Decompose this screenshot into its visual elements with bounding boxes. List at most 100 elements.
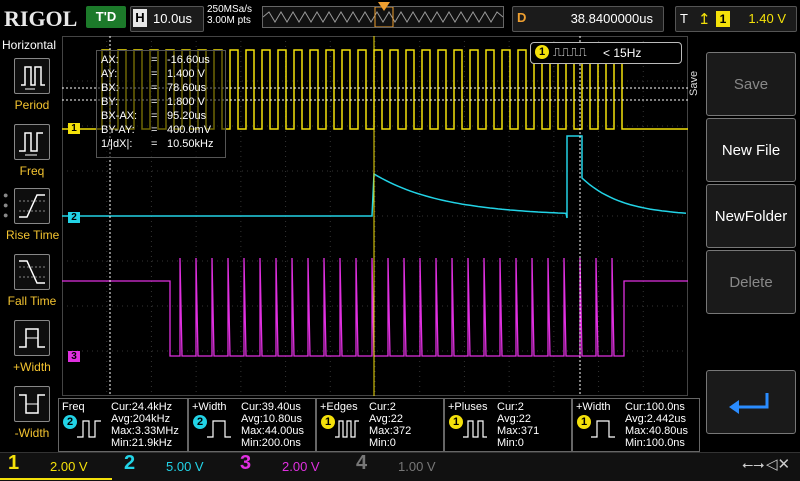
measure-min: Min:0 [497,437,524,449]
measure-fall-time-item[interactable]: Fall Time [6,254,58,308]
memory-depth: 3.00M pts [207,15,251,26]
brand-logo: RIGOL [4,6,78,31]
measure-period-label: Period [14,98,50,112]
positive-width-icon [207,420,231,438]
delay-box[interactable]: D 38.8400000us [512,6,664,32]
measure-cur: Cur:24.4kHz [111,401,173,413]
measure-max: Max:44.00us [241,425,304,437]
measure-max: Max:372 [369,425,412,437]
measure-max: Max:371 [497,425,540,437]
horizontal-label: H [133,9,147,27]
square-wave-icon: ⎍⎍⎍⎍ [553,45,587,59]
measure-avg: Avg:10.80us [241,413,302,425]
measure-freq-item[interactable]: Freq [6,124,58,178]
measure-cur: Cur:100.0ns [625,401,685,413]
ch1-ground-marker[interactable]: 1 [68,123,80,134]
delete-button[interactable]: Delete [706,250,796,314]
ch2-ground-marker[interactable]: 2 [68,212,80,223]
measure-rise-time-label: Rise Time [6,228,60,242]
rising-edges-count-icon [335,420,359,438]
channel-scale-value: 2.00 V [282,459,320,474]
measure-result-positive-width-ch1[interactable]: +Width 1 Cur:100.0ns Avg:2.442us Max:40.… [572,398,700,452]
frequency-counter: 1 ⎍⎍⎍⎍ < 15Hz [530,42,682,64]
measure-min: Min:0 [369,437,396,449]
fall-time-icon [14,254,50,290]
measure-result-freq[interactable]: Freq 2 Cur:24.4kHz Avg:204kHz Max:3.33MH… [58,398,188,452]
measure-channel-badge: 2 [193,415,207,429]
new-folder-button[interactable]: NewFolder [706,184,796,248]
ch3-ground-marker[interactable]: 3 [68,351,80,362]
save-menu-title: Save [688,70,700,96]
save-button[interactable]: Save [706,52,796,116]
measure-title: +Pluses [448,401,488,413]
measure-avg: Avg:2.442us [625,413,686,425]
measure-positive-width-label: +Width [13,360,51,374]
trigger-level: 1.40 V [748,11,786,26]
channel-scale-value: 5.00 V [166,459,204,474]
measure-cur: Cur:2 [369,401,396,413]
measure-title: Freq [62,401,85,413]
measure-channel-badge: 1 [577,415,591,429]
channel-number: 1 [8,452,20,474]
measure-negative-width-label: -Width [14,426,50,440]
ch3-scale[interactable]: 3 2.00 V [232,452,344,478]
positive-pulses-count-icon [463,420,487,438]
channel-scale-value: 2.00 V [50,459,88,474]
measure-min: Min:21.9kHz [111,437,173,449]
acquisition-info: 250MSa/s 3.00M pts [207,4,252,26]
measure-negative-width-item[interactable]: -Width [6,386,58,440]
channel-scale-value: 1.00 V [398,459,436,474]
return-button[interactable] [706,370,796,434]
measure-result-positive-width-ch2[interactable]: +Width 2 Cur:39.40us Avg:10.80us Max:44.… [188,398,316,452]
return-arrow-icon [729,393,769,414]
usb-icon: ⭠⭢ [742,456,765,472]
channel-number: 2 [124,452,136,474]
freq-counter-channel: 1 [535,45,549,59]
timebase-value: 10.0us [153,11,193,26]
new-file-button[interactable]: New File [706,118,796,182]
measure-positive-width-item[interactable]: +Width [6,320,58,374]
measure-channel-badge: 1 [321,415,335,429]
rising-edge-icon: ↥ [698,11,711,28]
delay-value: 38.8400000us [570,11,653,26]
measure-avg: Avg:22 [369,413,404,425]
delay-label: D [517,10,527,25]
freq-measure-icon [14,124,50,160]
ch4-scale[interactable]: 4 1.00 V [348,452,460,478]
measure-title: +Edges [320,401,358,413]
measure-result-rising-edges[interactable]: +Edges 1 Cur:2 Avg:22 Max:372 Min:0 [316,398,444,452]
measure-title: +Width [192,401,227,413]
measure-freq-label: Freq [19,164,45,178]
freq-counter-value: < 15Hz [603,46,642,60]
freq-measure-icon [77,420,101,438]
timebase-box[interactable]: H 10.0us [130,6,204,32]
measure-cur: Cur:39.40us [241,401,301,413]
trigger-status-badge[interactable]: T'D [86,6,126,28]
measure-period-item[interactable]: Period [6,58,58,112]
channel-number: 4 [356,452,368,474]
ch2-scale[interactable]: 2 5.00 V [116,452,228,478]
measure-rise-time-item[interactable]: Rise Time [6,188,60,242]
cursor-readout-panel: AX: = -16.60us AY: = 1.400 V BX: = 78.60us BY:… [96,50,226,158]
measure-channel-badge: 1 [449,415,463,429]
measure-max: Max:3.33MHz [111,425,179,437]
rise-time-icon [14,188,50,224]
measure-title: +Width [576,401,611,413]
measure-avg: Avg:204kHz [111,413,171,425]
trigger-box[interactable]: T ↥ 1 1.40 V [675,6,797,32]
speaker-muted-icon[interactable]: ◁✕ [766,455,790,473]
trigger-source: 1 [716,11,730,27]
ch1-scale[interactable]: 1 2.00 V [0,452,112,480]
measure-max: Max:40.80us [625,425,688,437]
trigger-position-marker-icon [378,2,390,11]
measure-channel-badge: 2 [63,415,77,429]
negative-width-icon [14,386,50,422]
positive-width-icon [591,420,615,438]
sample-rate: 250MSa/s [207,4,253,15]
measure-cur: Cur:2 [497,401,524,413]
period-measure-icon [14,58,50,94]
measure-menu: Period Freq Rise Time Fall Time +Width -… [0,36,62,448]
measure-result-positive-pulses[interactable]: +Pluses 1 Cur:2 Avg:22 Max:371 Min:0 [444,398,572,452]
menu-page-dots: ● ● ● [3,190,9,220]
measure-min: Min:100.0ns [625,437,685,449]
